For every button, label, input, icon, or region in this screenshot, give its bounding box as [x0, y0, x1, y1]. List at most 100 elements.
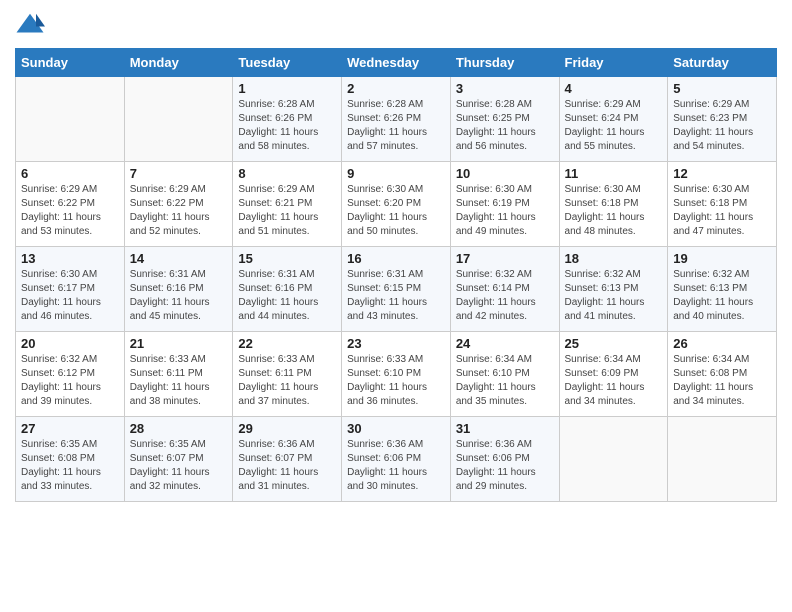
- day-info: Sunrise: 6:34 AMSunset: 6:08 PMDaylight:…: [673, 353, 771, 409]
- day-cell: 17 Sunrise: 6:32 AMSunset: 6:14 PMDayligh…: [450, 247, 559, 332]
- day-number: 25: [565, 336, 663, 351]
- day-cell: [124, 77, 233, 162]
- day-info: Sunrise: 6:31 AMSunset: 6:15 PMDaylight:…: [347, 268, 445, 324]
- day-cell: 18 Sunrise: 6:32 AMSunset: 6:13 PMDayligh…: [559, 247, 668, 332]
- day-info: Sunrise: 6:35 AMSunset: 6:08 PMDaylight:…: [21, 438, 119, 494]
- week-row-1: 1 Sunrise: 6:28 AMSunset: 6:26 PMDaylight…: [16, 77, 777, 162]
- day-cell: 13 Sunrise: 6:30 AMSunset: 6:17 PMDayligh…: [16, 247, 125, 332]
- day-cell: [559, 417, 668, 502]
- day-info: Sunrise: 6:30 AMSunset: 6:17 PMDaylight:…: [21, 268, 119, 324]
- header-cell-wednesday: Wednesday: [342, 49, 451, 77]
- day-info: Sunrise: 6:30 AMSunset: 6:20 PMDaylight:…: [347, 183, 445, 239]
- day-cell: 20Sunrise: 6:32 AMSunset: 6:12 PMDayligh…: [16, 332, 125, 417]
- header-row: SundayMondayTuesdayWednesdayThursdayFrid…: [16, 49, 777, 77]
- calendar-body: 1 Sunrise: 6:28 AMSunset: 6:26 PMDaylight…: [16, 77, 777, 502]
- day-number: 16: [347, 251, 445, 266]
- day-cell: 3 Sunrise: 6:28 AMSunset: 6:25 PMDaylight…: [450, 77, 559, 162]
- calendar-table: SundayMondayTuesdayWednesdayThursdayFrid…: [15, 48, 777, 502]
- day-info: Sunrise: 6:30 AMSunset: 6:18 PMDaylight:…: [565, 183, 663, 239]
- day-info: Sunrise: 6:28 AMSunset: 6:26 PMDaylight:…: [238, 98, 336, 154]
- day-cell: 9 Sunrise: 6:30 AMSunset: 6:20 PMDaylight…: [342, 162, 451, 247]
- day-cell: 27 Sunrise: 6:35 AMSunset: 6:08 PMDayligh…: [16, 417, 125, 502]
- day-info: Sunrise: 6:29 AMSunset: 6:22 PMDaylight:…: [130, 183, 228, 239]
- day-info: Sunrise: 6:29 AMSunset: 6:22 PMDaylight:…: [21, 183, 119, 239]
- day-number: 24: [456, 336, 554, 351]
- day-number: 23: [347, 336, 445, 351]
- day-cell: 4Sunrise: 6:29 AMSunset: 6:24 PMDaylight…: [559, 77, 668, 162]
- day-cell: 26 Sunrise: 6:34 AMSunset: 6:08 PMDayligh…: [668, 332, 777, 417]
- day-cell: 29 Sunrise: 6:36 AMSunset: 6:07 PMDayligh…: [233, 417, 342, 502]
- day-info: Sunrise: 6:32 AMSunset: 6:12 PMDaylight:…: [21, 353, 119, 409]
- day-cell: 10 Sunrise: 6:30 AMSunset: 6:19 PMDayligh…: [450, 162, 559, 247]
- day-info: Sunrise: 6:36 AMSunset: 6:06 PMDaylight:…: [347, 438, 445, 494]
- day-number: 26: [673, 336, 771, 351]
- day-number: 13: [21, 251, 119, 266]
- day-number: 14: [130, 251, 228, 266]
- day-number: 17: [456, 251, 554, 266]
- day-info: Sunrise: 6:31 AMSunset: 6:16 PMDaylight:…: [238, 268, 336, 324]
- week-row-2: 6 Sunrise: 6:29 AMSunset: 6:22 PMDaylight…: [16, 162, 777, 247]
- header-cell-saturday: Saturday: [668, 49, 777, 77]
- day-number: 8: [238, 166, 336, 181]
- day-number: 3: [456, 81, 554, 96]
- day-info: Sunrise: 6:34 AMSunset: 6:09 PMDaylight:…: [565, 353, 663, 409]
- day-cell: 24 Sunrise: 6:34 AMSunset: 6:10 PMDayligh…: [450, 332, 559, 417]
- day-cell: [668, 417, 777, 502]
- header-cell-tuesday: Tuesday: [233, 49, 342, 77]
- day-number: 6: [21, 166, 119, 181]
- day-cell: 30Sunrise: 6:36 AMSunset: 6:06 PMDayligh…: [342, 417, 451, 502]
- day-cell: 25 Sunrise: 6:34 AMSunset: 6:09 PMDayligh…: [559, 332, 668, 417]
- day-number: 29: [238, 421, 336, 436]
- day-cell: 6 Sunrise: 6:29 AMSunset: 6:22 PMDaylight…: [16, 162, 125, 247]
- week-row-5: 27 Sunrise: 6:35 AMSunset: 6:08 PMDayligh…: [16, 417, 777, 502]
- day-cell: 1 Sunrise: 6:28 AMSunset: 6:26 PMDaylight…: [233, 77, 342, 162]
- day-info: Sunrise: 6:28 AMSunset: 6:25 PMDaylight:…: [456, 98, 554, 154]
- day-cell: 19 Sunrise: 6:32 AMSunset: 6:13 PMDayligh…: [668, 247, 777, 332]
- day-info: Sunrise: 6:31 AMSunset: 6:16 PMDaylight:…: [130, 268, 228, 324]
- day-number: 10: [456, 166, 554, 181]
- day-info: Sunrise: 6:36 AMSunset: 6:06 PMDaylight:…: [456, 438, 554, 494]
- day-cell: 23 Sunrise: 6:33 AMSunset: 6:10 PMDayligh…: [342, 332, 451, 417]
- day-number: 31: [456, 421, 554, 436]
- week-row-3: 13 Sunrise: 6:30 AMSunset: 6:17 PMDayligh…: [16, 247, 777, 332]
- calendar-header: SundayMondayTuesdayWednesdayThursdayFrid…: [16, 49, 777, 77]
- header-cell-sunday: Sunday: [16, 49, 125, 77]
- day-info: Sunrise: 6:33 AMSunset: 6:11 PMDaylight:…: [238, 353, 336, 409]
- day-number: 1: [238, 81, 336, 96]
- day-info: Sunrise: 6:34 AMSunset: 6:10 PMDaylight:…: [456, 353, 554, 409]
- header-cell-friday: Friday: [559, 49, 668, 77]
- day-info: Sunrise: 6:29 AMSunset: 6:23 PMDaylight:…: [673, 98, 771, 154]
- day-info: Sunrise: 6:32 AMSunset: 6:14 PMDaylight:…: [456, 268, 554, 324]
- day-number: 19: [673, 251, 771, 266]
- header-cell-thursday: Thursday: [450, 49, 559, 77]
- day-cell: 11 Sunrise: 6:30 AMSunset: 6:18 PMDayligh…: [559, 162, 668, 247]
- day-cell: 28Sunrise: 6:35 AMSunset: 6:07 PMDayligh…: [124, 417, 233, 502]
- day-cell: 8 Sunrise: 6:29 AMSunset: 6:21 PMDaylight…: [233, 162, 342, 247]
- day-info: Sunrise: 6:33 AMSunset: 6:10 PMDaylight:…: [347, 353, 445, 409]
- logo: [15, 10, 49, 40]
- day-info: Sunrise: 6:36 AMSunset: 6:07 PMDaylight:…: [238, 438, 336, 494]
- day-info: Sunrise: 6:30 AMSunset: 6:19 PMDaylight:…: [456, 183, 554, 239]
- header-cell-monday: Monday: [124, 49, 233, 77]
- day-cell: 21Sunrise: 6:33 AMSunset: 6:11 PMDayligh…: [124, 332, 233, 417]
- day-number: 4: [565, 81, 663, 96]
- day-number: 27: [21, 421, 119, 436]
- week-row-4: 20Sunrise: 6:32 AMSunset: 6:12 PMDayligh…: [16, 332, 777, 417]
- day-info: Sunrise: 6:29 AMSunset: 6:21 PMDaylight:…: [238, 183, 336, 239]
- day-info: Sunrise: 6:28 AMSunset: 6:26 PMDaylight:…: [347, 98, 445, 154]
- day-cell: 22Sunrise: 6:33 AMSunset: 6:11 PMDayligh…: [233, 332, 342, 417]
- day-info: Sunrise: 6:32 AMSunset: 6:13 PMDaylight:…: [673, 268, 771, 324]
- day-number: 12: [673, 166, 771, 181]
- day-cell: 7 Sunrise: 6:29 AMSunset: 6:22 PMDaylight…: [124, 162, 233, 247]
- day-cell: [16, 77, 125, 162]
- day-number: 15: [238, 251, 336, 266]
- day-number: 7: [130, 166, 228, 181]
- day-info: Sunrise: 6:32 AMSunset: 6:13 PMDaylight:…: [565, 268, 663, 324]
- day-number: 18: [565, 251, 663, 266]
- calendar-page: SundayMondayTuesdayWednesdayThursdayFrid…: [0, 0, 792, 517]
- day-number: 11: [565, 166, 663, 181]
- day-cell: 16 Sunrise: 6:31 AMSunset: 6:15 PMDayligh…: [342, 247, 451, 332]
- day-info: Sunrise: 6:33 AMSunset: 6:11 PMDaylight:…: [130, 353, 228, 409]
- day-number: 9: [347, 166, 445, 181]
- day-info: Sunrise: 6:30 AMSunset: 6:18 PMDaylight:…: [673, 183, 771, 239]
